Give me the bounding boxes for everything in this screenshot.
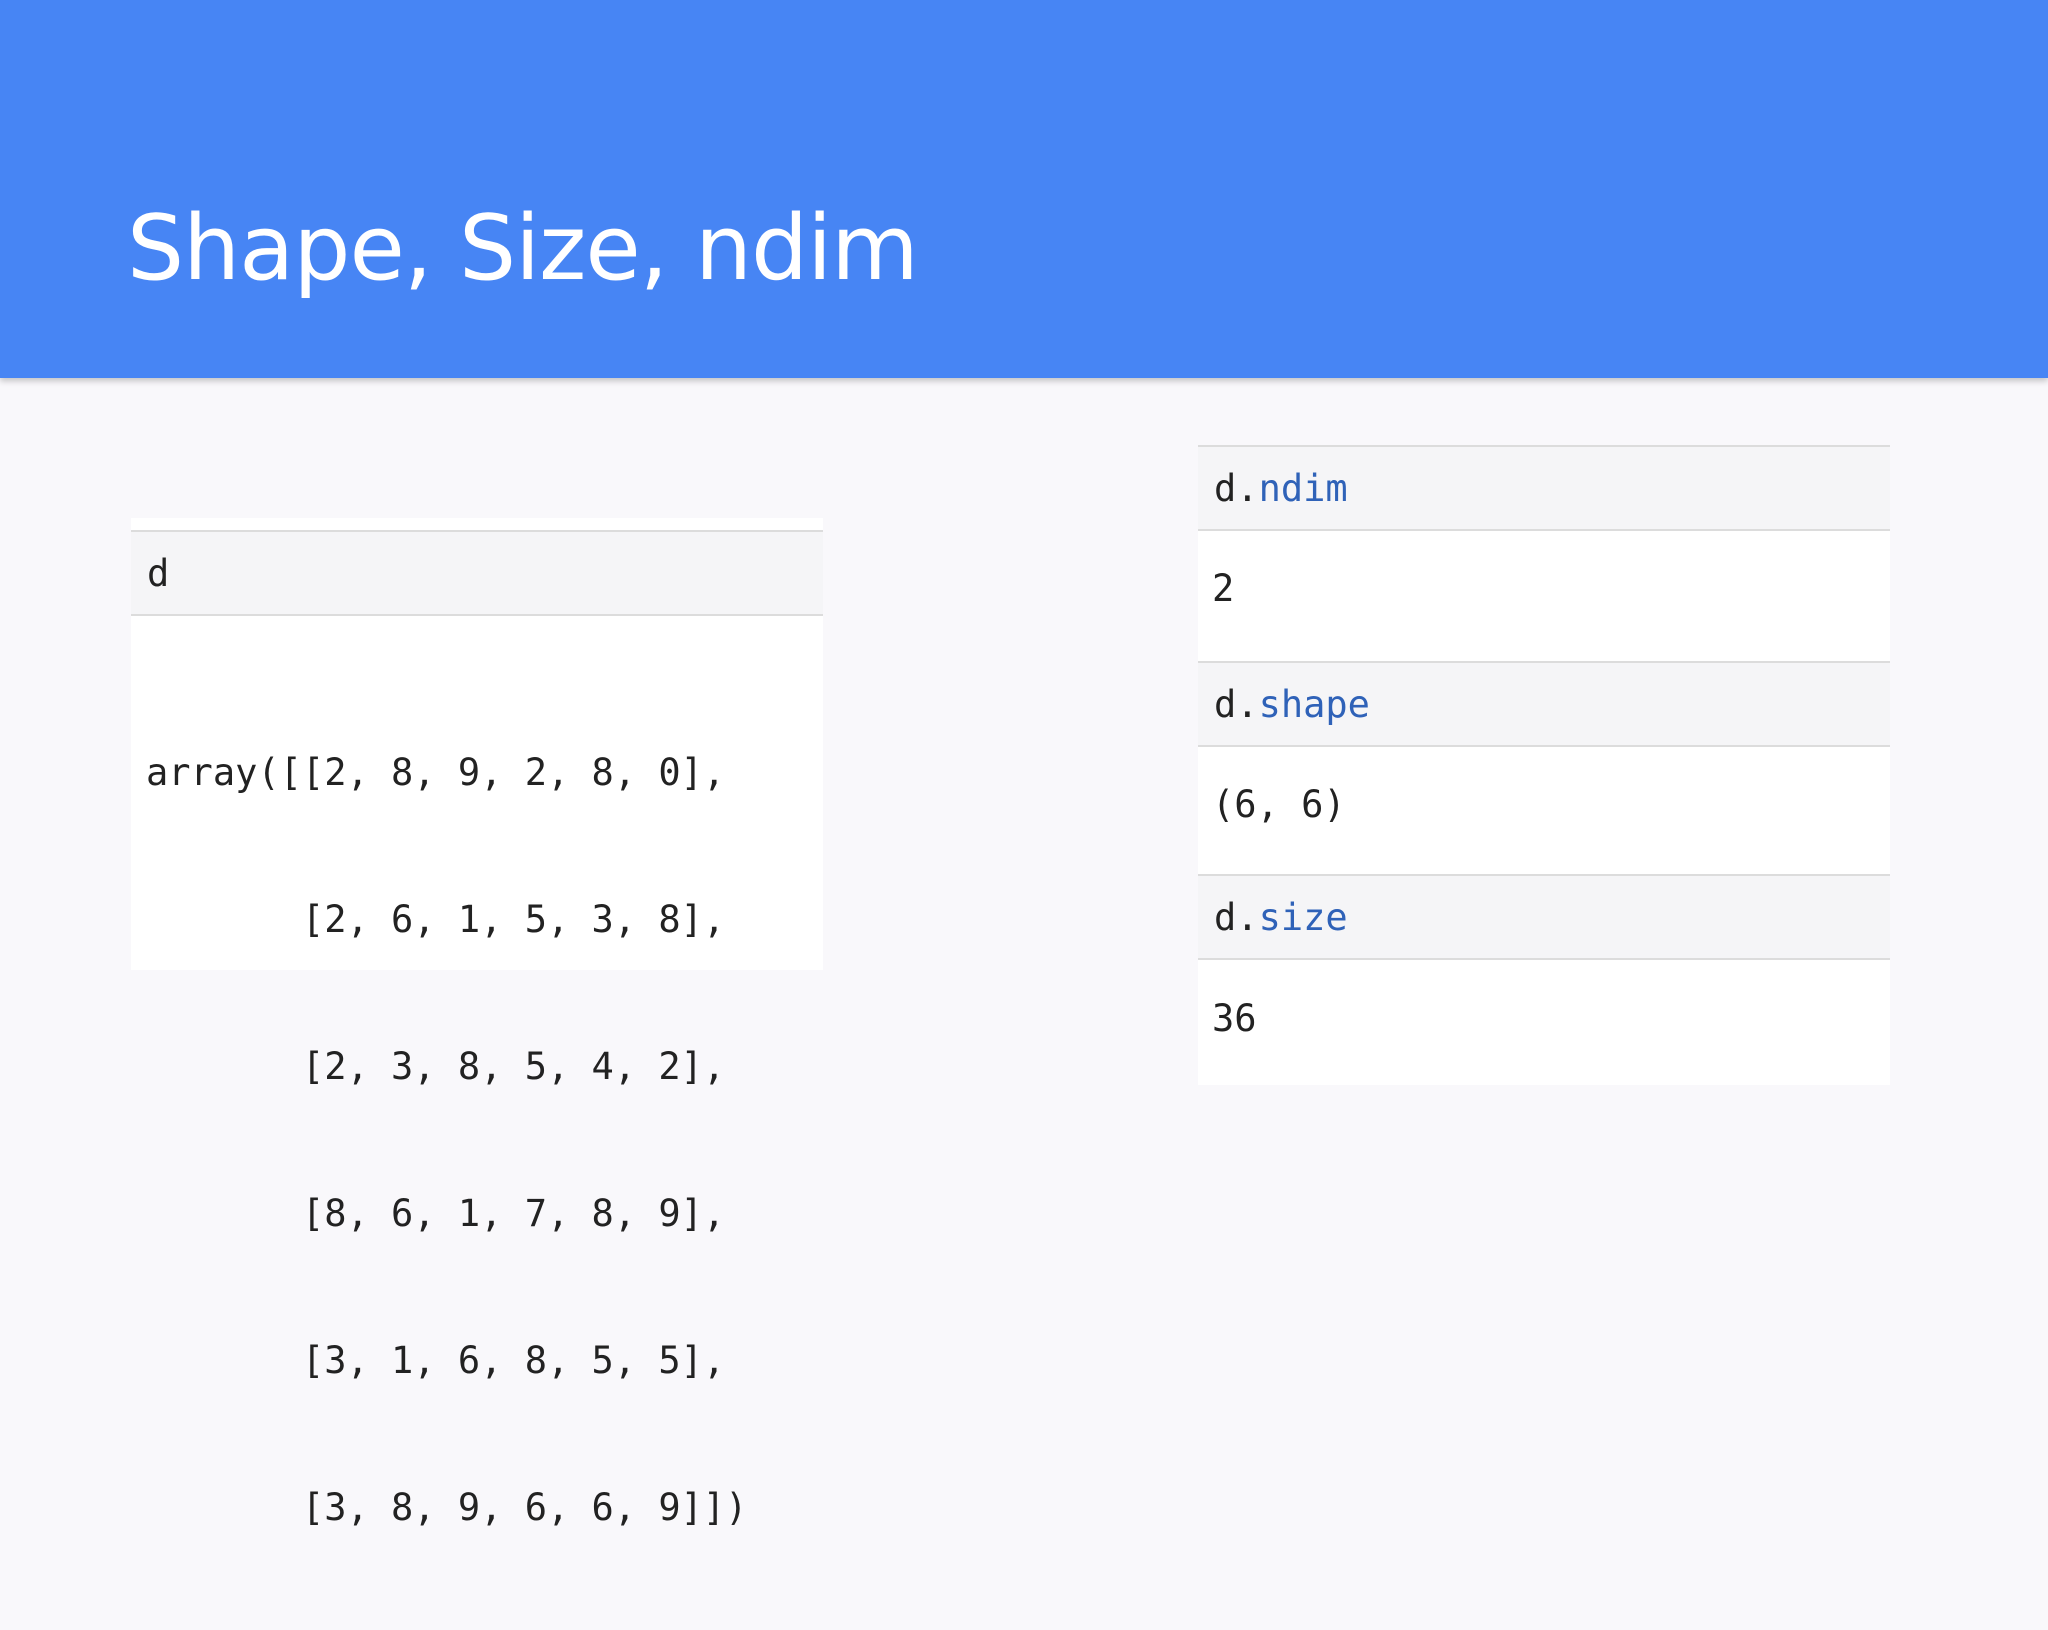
code-var: d. [1214,682,1259,726]
code-var: d. [1214,466,1259,510]
output-line: [3, 8, 9, 6, 6, 9]]) [146,1486,748,1529]
notebook-cell-array: d array([[2, 8, 9, 2, 8, 0], [2, 6, 1, 5… [131,518,823,1529]
output-line: [3, 1, 6, 8, 5, 5], [146,1339,726,1382]
code-attribute: shape [1258,682,1370,726]
output-line: [2, 6, 1, 5, 3, 8], [146,898,726,941]
code-output: array([[2, 8, 9, 2, 8, 0], [2, 6, 1, 5, … [146,650,747,1630]
slide-header: Shape, Size, ndim [0,0,2048,378]
code-attribute: size [1258,895,1348,939]
output-line: [2, 3, 8, 5, 4, 2], [146,1045,726,1088]
code-var: d. [1214,895,1259,939]
notebook-cells-attributes: d. ndim 2 d. shape (6, 6) d. size 36 [1198,445,1890,1085]
output-line: [8, 6, 1, 7, 8, 9], [146,1192,726,1235]
code-input: d [131,530,823,616]
code-input-size: d. size [1198,874,1890,960]
code-output-ndim: 2 [1212,567,1235,610]
slide-title: Shape, Size, ndim [127,196,919,301]
code-input-shape: d. shape [1198,661,1890,747]
code-attribute: ndim [1258,466,1348,510]
output-line: array([[2, 8, 9, 2, 8, 0], [146,751,726,794]
code-input-ndim: d. ndim [1198,445,1890,531]
code-output-shape: (6, 6) [1212,783,1346,826]
code-output-size: 36 [1212,997,1257,1040]
